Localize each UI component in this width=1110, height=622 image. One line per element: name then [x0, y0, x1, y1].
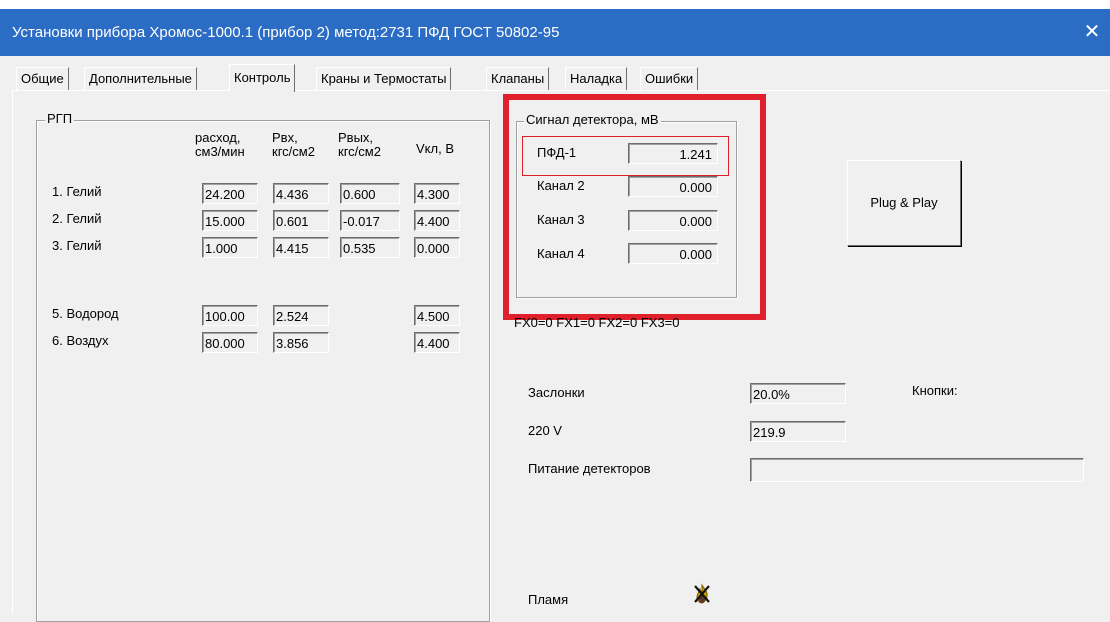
header-pout: Рвых, кгс/см2 — [338, 131, 381, 159]
header-vkl: Vкл, В — [416, 141, 454, 156]
rgp-row-label: 6. Воздух — [52, 333, 109, 348]
pout-field: 0.600 — [340, 183, 400, 204]
highlight-frame — [503, 94, 766, 320]
pitanie-field — [750, 458, 1084, 482]
header-pin-line1: Рвх, — [272, 130, 298, 145]
knopki-label: Кнопки: — [912, 383, 958, 398]
pin-field: 4.436 — [273, 183, 329, 204]
flow-field: 80.000 — [202, 332, 258, 353]
rgp-row-label: 3. Гелий — [52, 238, 102, 253]
title-bar: Установки прибора Хромос-1000.1 (прибор … — [0, 9, 1110, 56]
tab-errors[interactable]: Ошибки — [640, 67, 699, 90]
flow-field: 24.200 — [202, 183, 258, 204]
v220-field: 219.9 — [750, 421, 846, 442]
tab-control[interactable]: Контроль — [229, 64, 296, 92]
rgp-row-label: 1. Гелий — [52, 184, 102, 199]
header-flow-line2: см3/мин — [195, 144, 245, 159]
pout-field: 0.535 — [340, 237, 400, 258]
vkl-field: 4.400 — [414, 332, 460, 353]
zaslonki-field: 20.0% — [750, 383, 846, 404]
flow-field: 100.00 — [202, 305, 258, 326]
tab-setup[interactable]: Наладка — [565, 67, 628, 90]
header-pin: Рвх, кгс/см2 — [272, 131, 315, 159]
tab-general[interactable]: Общие — [16, 67, 69, 90]
vkl-field: 0.000 — [414, 237, 460, 258]
tab-strip: Общие Дополнительные Контроль Краны и Те… — [0, 56, 1110, 92]
flow-field: 1.000 — [202, 237, 258, 258]
tab-valves[interactable]: Клапаны — [486, 67, 550, 90]
header-pout-line1: Рвых, — [338, 130, 374, 145]
header-flow-line1: расход, — [195, 130, 241, 145]
tab-additional[interactable]: Дополнительные — [84, 67, 197, 90]
rgp-group-label: РГП — [45, 111, 75, 126]
zaslonki-label: Заслонки — [528, 385, 585, 400]
rgp-row-label: 2. Гелий — [52, 211, 102, 226]
plug-and-play-button[interactable]: Plug & Play — [847, 160, 961, 246]
pin-field: 4.415 — [273, 237, 329, 258]
pin-field: 3.856 — [273, 332, 329, 353]
top-edge-strip — [0, 0, 1110, 9]
vkl-field: 4.400 — [414, 210, 460, 231]
close-icon[interactable]: ✕ — [1080, 9, 1104, 56]
v220-label: 220 V — [528, 423, 562, 438]
tab-valves-thermostats[interactable]: Краны и Термостаты — [316, 67, 452, 90]
header-pin-line2: кгс/см2 — [272, 144, 315, 159]
header-pout-line2: кгс/см2 — [338, 144, 381, 159]
vkl-field: 4.500 — [414, 305, 460, 326]
pin-field: 2.524 — [273, 305, 329, 326]
window-title: Установки прибора Хромос-1000.1 (прибор … — [12, 24, 560, 41]
fx-status: FX0=0 FX1=0 FX2=0 FX3=0 — [514, 315, 680, 330]
highlight-pfd1 — [522, 136, 729, 176]
pout-field: -0.017 — [340, 210, 400, 231]
pin-field: 0.601 — [273, 210, 329, 231]
rgp-row-label: 5. Водород — [52, 306, 119, 321]
flow-field: 15.000 — [202, 210, 258, 231]
flame-off-icon — [694, 583, 710, 604]
pitanie-label: Питание детекторов — [528, 461, 651, 476]
vkl-field: 4.300 — [414, 183, 460, 204]
plamya-label: Пламя — [528, 592, 569, 607]
header-flow: расход, см3/мин — [195, 131, 245, 159]
